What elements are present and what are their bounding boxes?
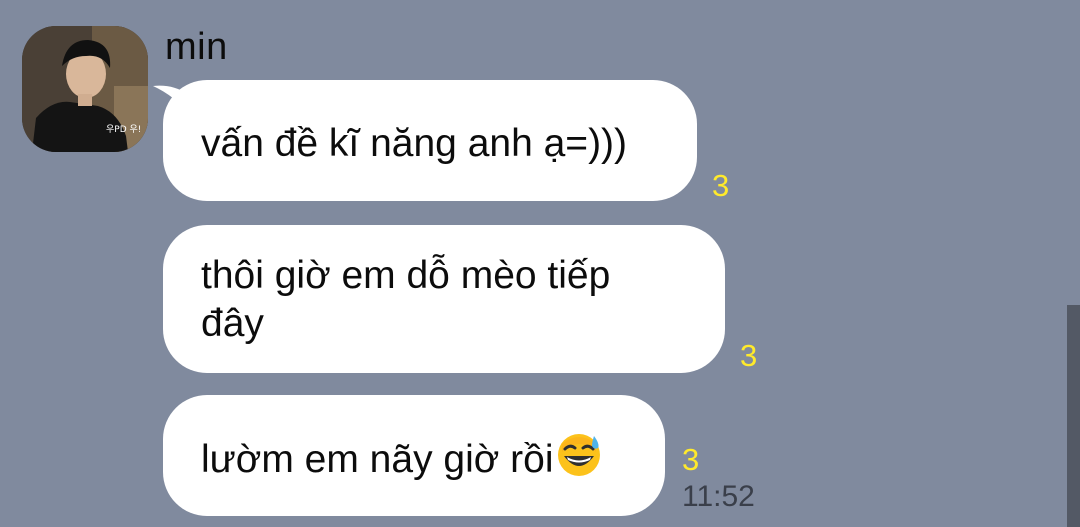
message-time: 11:52 [682,480,755,513]
message-bubble[interactable]: lườm em nãy giờ rồi [163,395,665,516]
unread-count: 3 [682,442,700,477]
message-bubble[interactable]: vấn đề kĩ năng anh ạ=))) [163,80,697,201]
avatar-caption: 우PD 우! [106,124,141,135]
message-text: vấn đề kĩ năng anh ạ=))) [201,122,628,165]
message-text-line2: đây [201,302,264,345]
unread-count: 3 [740,338,758,373]
message-text: lườm em nãy giờ rồi [201,438,554,481]
message-text: thôi giờ em dỗ mèo tiếp [201,254,611,297]
avatar[interactable]: 우PD 우! [22,26,148,152]
message-bubble[interactable]: thôi giờ em dỗ mèo tiếp đây [163,225,725,373]
scrollbar[interactable] [1067,305,1080,527]
sender-name: min [165,26,228,68]
unread-count: 3 [712,168,730,203]
grinning-face-with-sweat-icon [556,432,602,490]
